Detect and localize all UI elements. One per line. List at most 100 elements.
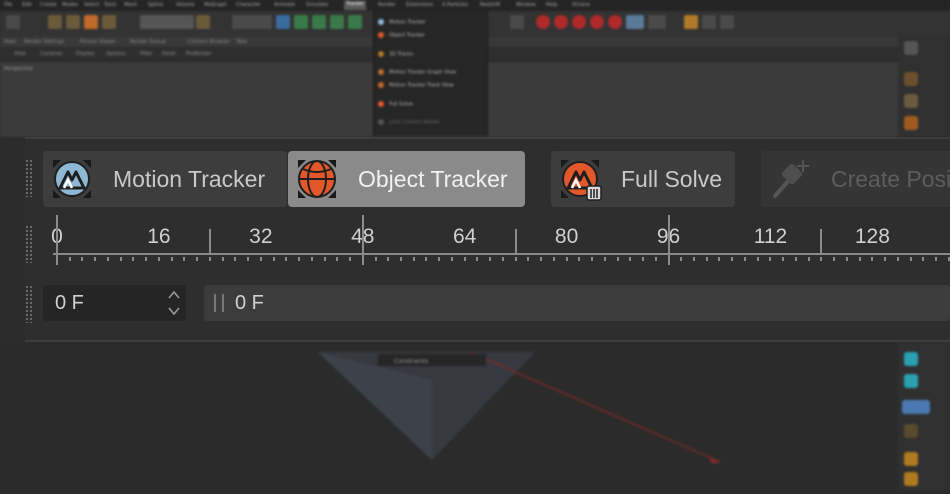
menu-item[interactable]: Help (546, 2, 557, 8)
motion-tracker-button[interactable]: Motion Tracker (43, 151, 287, 207)
menu-item-lock-camera[interactable]: Lock Camera Rotate (378, 119, 440, 128)
menu-item[interactable]: Window (516, 2, 536, 8)
menu-item[interactable]: File (4, 2, 12, 8)
ruler-minor-tick (336, 257, 339, 261)
cube-icon[interactable] (276, 15, 290, 29)
axis-lock-group[interactable] (140, 15, 194, 29)
ruler-minor-tick (858, 257, 861, 261)
menu-item-motion-tracker[interactable]: Motion Tracker (378, 19, 426, 28)
menu-item[interactable]: Animate (274, 2, 295, 8)
tag-icon[interactable] (702, 15, 716, 29)
object-icon[interactable] (904, 72, 918, 86)
display-icon[interactable] (626, 15, 644, 29)
menu-item[interactable]: Redshift (480, 2, 500, 8)
motion-tracker-label: Motion Tracker (113, 165, 266, 192)
record-scale-icon[interactable] (590, 15, 604, 29)
ruler-minor-tick (489, 257, 492, 261)
viewport-menu-item[interactable]: Options (106, 51, 125, 57)
rotate-icon[interactable] (102, 15, 116, 29)
menu-item[interactable]: Render (378, 2, 396, 8)
menu-item[interactable]: Tracker (344, 1, 367, 10)
ruler-minor-tick (769, 257, 772, 261)
menu-item[interactable]: Character (236, 2, 261, 8)
undo-icon[interactable] (6, 15, 20, 29)
move-icon[interactable] (66, 15, 80, 29)
field-grip-handle[interactable] (25, 285, 33, 323)
live-select-icon[interactable] (48, 15, 62, 29)
frame-ruler[interactable]: 0163248648096112128 (43, 215, 950, 269)
full-solve-button[interactable]: Full Solve (551, 151, 735, 207)
menu-item[interactable]: Tools (104, 2, 116, 8)
record-param-icon[interactable] (608, 15, 622, 29)
viewport-menu-item[interactable]: Filter (140, 51, 152, 57)
constraints-menu-item[interactable]: Constraints (394, 358, 428, 365)
menu-item-3d-tracks[interactable]: 3D Tracks (378, 51, 413, 60)
sub-menu-item[interactable]: Take (236, 39, 247, 45)
current-frame-field[interactable]: 0 F (43, 285, 186, 321)
lower-viewport[interactable]: Constraints (0, 340, 898, 490)
menu-item-track-view[interactable]: Motion Tracker Track View (378, 82, 454, 91)
menu-item-object-tracker[interactable]: Object Tracker (378, 32, 425, 41)
slider-handle-icon[interactable] (214, 294, 224, 312)
menu-item-graph-view[interactable]: Motion Tracker Graph View (378, 69, 456, 78)
menu-item[interactable]: Simulate (306, 2, 328, 8)
menu-item[interactable]: Volume (176, 2, 195, 8)
menu-item[interactable]: Modes (62, 2, 78, 8)
ruler-grip-handle[interactable] (25, 225, 33, 263)
record-rot-icon[interactable] (572, 15, 586, 29)
tracker-tag-icon[interactable] (904, 424, 918, 438)
render-icons[interactable] (232, 15, 272, 29)
palette-grip-handle[interactable] (25, 159, 33, 197)
deformer-icon[interactable] (330, 15, 344, 29)
menu-item[interactable]: Octane (572, 2, 590, 8)
ruler-minor-tick (349, 257, 352, 261)
coordinate-icon[interactable] (196, 15, 210, 29)
gear-icon[interactable] (904, 94, 918, 108)
menu-item[interactable]: Select (84, 2, 99, 8)
scale-icon[interactable] (84, 15, 98, 29)
null-icon-2[interactable] (904, 472, 918, 486)
material-ball-icon[interactable] (904, 116, 918, 130)
object-tracker-button[interactable]: Object Tracker (288, 151, 525, 207)
sub-menu-item[interactable]: View (4, 39, 16, 45)
create-position-button[interactable]: Create Posit (761, 151, 950, 207)
spline-icon[interactable] (294, 15, 308, 29)
track-view-icon (378, 82, 384, 88)
timeline-slider[interactable]: 0 F (204, 285, 950, 321)
ruler-minor-tick (374, 257, 377, 261)
menu-item[interactable]: Edit (22, 2, 32, 8)
viewport-menu-item[interactable]: Display (76, 51, 94, 57)
sub-menu-item[interactable]: Content Browser (188, 39, 230, 45)
field-icon[interactable] (348, 15, 362, 29)
viewport-menu-item[interactable]: ProRender (186, 51, 212, 57)
stepper-arrows-icon[interactable] (168, 289, 180, 317)
panel-tab-icon[interactable] (904, 41, 918, 55)
record-pos-icon[interactable] (554, 15, 568, 29)
ruler-minor-tick (871, 257, 874, 261)
sub-menu-item[interactable]: Render Settings (24, 39, 64, 45)
viewport-menu-item[interactable]: Cameras (40, 51, 62, 57)
generator-icon[interactable] (312, 15, 326, 29)
menu-item[interactable]: Spline (148, 2, 163, 8)
menu-item-full-solve[interactable]: Full Solve (378, 101, 413, 110)
sub-menu-item[interactable]: Picture Viewer (80, 39, 116, 45)
record-icon[interactable] (536, 15, 550, 29)
menu-item[interactable]: Extensions (406, 2, 433, 8)
layer-icon[interactable] (720, 15, 734, 29)
menu-item[interactable]: X-Particles (442, 2, 468, 8)
viewport-menu-item[interactable]: Panel (162, 51, 176, 57)
menu-item[interactable]: Mesh (124, 2, 137, 8)
material-icon[interactable] (684, 15, 698, 29)
viewport-menu-item[interactable]: View (14, 51, 26, 57)
null-icon[interactable] (904, 452, 918, 466)
cloner-icon[interactable] (904, 352, 918, 366)
ruler-minor-tick (616, 257, 619, 261)
light-icon[interactable] (510, 15, 524, 29)
screen-icon[interactable] (648, 15, 666, 29)
menu-item[interactable]: MoGraph (204, 2, 227, 8)
menu-item[interactable]: Create (40, 2, 57, 8)
ruler-minor-tick (425, 257, 428, 261)
camera-icon[interactable] (902, 400, 930, 414)
cloner-icon-2[interactable] (904, 374, 918, 388)
sub-menu-item[interactable]: Render Queue (130, 39, 166, 45)
